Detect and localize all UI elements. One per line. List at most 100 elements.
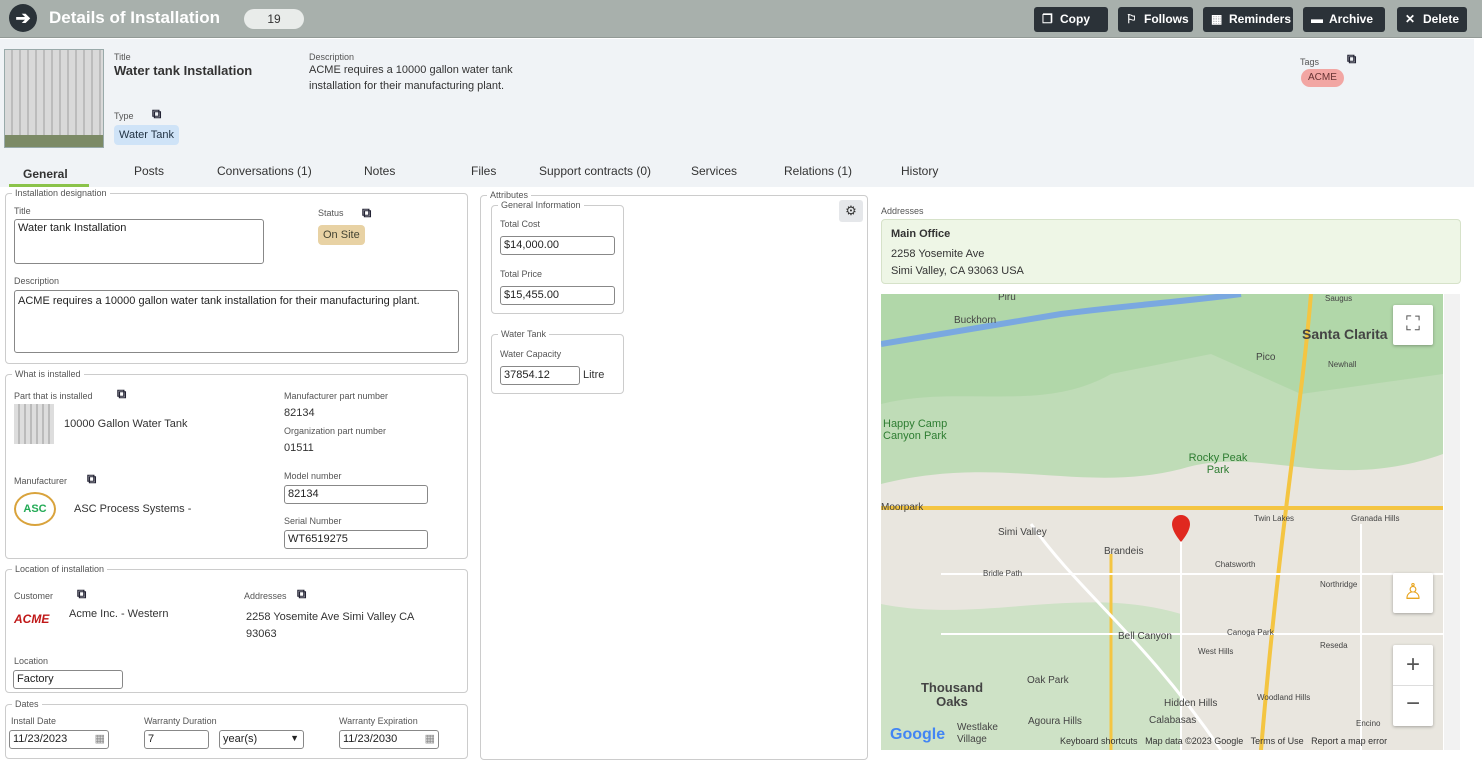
delete-button[interactable]: ✕ Delete <box>1397 7 1467 32</box>
tag-chip[interactable]: ACME <box>1301 69 1344 87</box>
warranty-expiration-label: Warranty Expiration <box>339 716 418 726</box>
tab-posts[interactable]: Posts <box>134 164 164 178</box>
address-line1: 2258 Yosemite Ave <box>891 248 985 260</box>
map-place: Bridle Path <box>983 569 1023 578</box>
reminders-button[interactable]: ▦ Reminders <box>1203 7 1293 32</box>
copy-label: Copy <box>1060 12 1090 26</box>
map-place: Buckhorn <box>954 315 997 326</box>
back-arrow-icon[interactable]: ➔ <box>9 4 37 32</box>
part-name[interactable]: 10000 Gallon Water Tank <box>64 418 188 430</box>
org-part-label: Organization part number <box>284 426 387 436</box>
type-chip: Water Tank <box>114 125 180 145</box>
warranty-duration-field[interactable]: 7 <box>144 730 209 749</box>
zoom-in-icon[interactable]: + <box>1393 645 1433 685</box>
org-part-value: 01511 <box>284 442 314 454</box>
tab-general[interactable]: General <box>23 167 68 181</box>
archive-icon: ▬ <box>1311 12 1323 26</box>
model-label: Model number <box>284 471 342 481</box>
tab-files[interactable]: Files <box>471 164 496 178</box>
map-place: Bell Canyon <box>1118 631 1172 642</box>
type-label: Type <box>114 111 134 121</box>
section-legend: Attributes <box>490 190 529 200</box>
external-link-icon[interactable]: ⧉ <box>362 205 371 221</box>
tab-services[interactable]: Services <box>691 164 737 178</box>
location-label: Location <box>14 656 49 666</box>
model-field[interactable]: 82134 <box>284 485 428 504</box>
calendar-icon[interactable]: ▦ <box>425 732 435 745</box>
address-line2: Simi Valley, CA 93063 USA <box>891 265 1024 277</box>
map-scrollbar[interactable] <box>1444 294 1460 750</box>
serial-field[interactable]: WT6519275 <box>284 530 428 549</box>
map-place: Woodland Hills <box>1257 693 1311 702</box>
external-link-icon[interactable]: ⧉ <box>152 106 161 122</box>
external-link-icon[interactable]: ⧉ <box>117 386 126 402</box>
group-legend: Water Tank <box>501 329 547 339</box>
map-place: Oak Park <box>1027 675 1069 686</box>
install-date-field[interactable]: 11/23/2023 ▦ <box>9 730 109 749</box>
archive-button[interactable]: ▬ Archive <box>1303 7 1385 32</box>
tab-relations[interactable]: Relations (1) <box>784 164 852 178</box>
calendar-icon[interactable]: ▦ <box>95 732 105 745</box>
manufacturer-label: Manufacturer <box>14 476 68 486</box>
status-chip[interactable]: On Site <box>318 225 365 245</box>
map-place: Reseda <box>1320 641 1348 650</box>
total-cost-label: Total Cost <box>500 219 541 229</box>
map-place: Simi Valley <box>998 527 1047 538</box>
location-field[interactable]: Factory <box>13 670 123 689</box>
google-logo: Google <box>890 726 946 743</box>
tab-support-contracts[interactable]: Support contracts (0) <box>539 164 651 178</box>
capacity-field[interactable]: 37854.12 <box>500 366 580 385</box>
warranty-expiration-field[interactable]: 11/23/2030 ▦ <box>339 730 439 749</box>
total-price-label: Total Price <box>500 269 543 279</box>
map-footer: Keyboard shortcuts Map data ©2023 Google… <box>1060 736 1387 746</box>
external-link-icon[interactable]: ⧉ <box>297 586 306 602</box>
map-place: Agoura Hills <box>1028 716 1082 727</box>
external-link-icon[interactable]: ⧉ <box>87 471 96 487</box>
section-legend: Dates <box>15 699 39 709</box>
manufacturer-logo: ASC <box>14 492 56 526</box>
map-place: Chatsworth <box>1215 560 1256 569</box>
address-card[interactable]: Main Office 2258 Yosemite Ave Simi Valle… <box>881 219 1461 284</box>
manufacturer-name[interactable]: ASC Process Systems - <box>74 503 191 515</box>
capacity-unit: Litre <box>583 369 605 381</box>
fullscreen-icon[interactable]: ⛶ <box>1393 305 1433 345</box>
description-label: Description <box>14 276 60 286</box>
report-error-link[interactable]: Report a map error <box>1311 736 1387 746</box>
zoom-controls: + − <box>1393 645 1433 726</box>
group-legend: General Information <box>501 200 581 210</box>
install-date-value: 11/23/2023 <box>13 733 68 745</box>
dropdown-arrow-icon: ▼ <box>290 733 299 743</box>
tab-history[interactable]: History <box>901 164 938 178</box>
follows-button[interactable]: ⚐ Follows <box>1118 7 1193 32</box>
copy-button[interactable]: ❐ Copy <box>1034 7 1108 32</box>
zoom-out-icon[interactable]: − <box>1393 685 1433 725</box>
serial-label: Serial Number <box>284 516 342 526</box>
map-place: Saugus <box>1325 294 1353 303</box>
keyboard-shortcuts-link[interactable]: Keyboard shortcuts <box>1060 736 1138 746</box>
tab-conversations[interactable]: Conversations (1) <box>217 164 312 178</box>
settings-gear-icon[interactable]: ⚙ <box>839 200 863 222</box>
total-cost-field[interactable]: $14,000.00 <box>500 236 615 255</box>
terms-link[interactable]: Terms of Use <box>1251 736 1304 746</box>
map-place: Westlake Village <box>957 722 998 745</box>
active-tab-indicator <box>9 184 89 187</box>
tab-notes[interactable]: Notes <box>364 164 395 178</box>
map-place: Moorpark <box>881 502 924 513</box>
external-link-icon[interactable]: ⧉ <box>1347 51 1356 67</box>
warranty-unit-select[interactable]: year(s) ▼ <box>219 730 304 749</box>
section-legend: Installation designation <box>15 188 107 198</box>
count-badge: 19 <box>244 9 304 29</box>
map-place: Piru <box>998 294 1016 303</box>
total-price-field[interactable]: $15,455.00 <box>500 286 615 305</box>
title-field[interactable]: Water tank Installation <box>14 219 264 264</box>
map-place: Happy Camp Canyon Park <box>883 418 948 442</box>
description-field[interactable]: ACME requires a 10000 gallon water tank … <box>14 290 459 353</box>
warranty-duration-label: Warranty Duration <box>144 716 217 726</box>
pegman-icon[interactable]: ♙ <box>1393 573 1433 613</box>
customer-name[interactable]: Acme Inc. - Western <box>69 608 168 620</box>
map-place: Calabasas <box>1149 715 1197 726</box>
external-link-icon[interactable]: ⧉ <box>77 586 86 602</box>
map-view[interactable]: Santa Clarita Buckhorn Piru Saugus Pico … <box>881 294 1443 750</box>
map-place: Rocky Peak Park <box>1188 452 1248 476</box>
close-icon: ✕ <box>1405 12 1416 26</box>
